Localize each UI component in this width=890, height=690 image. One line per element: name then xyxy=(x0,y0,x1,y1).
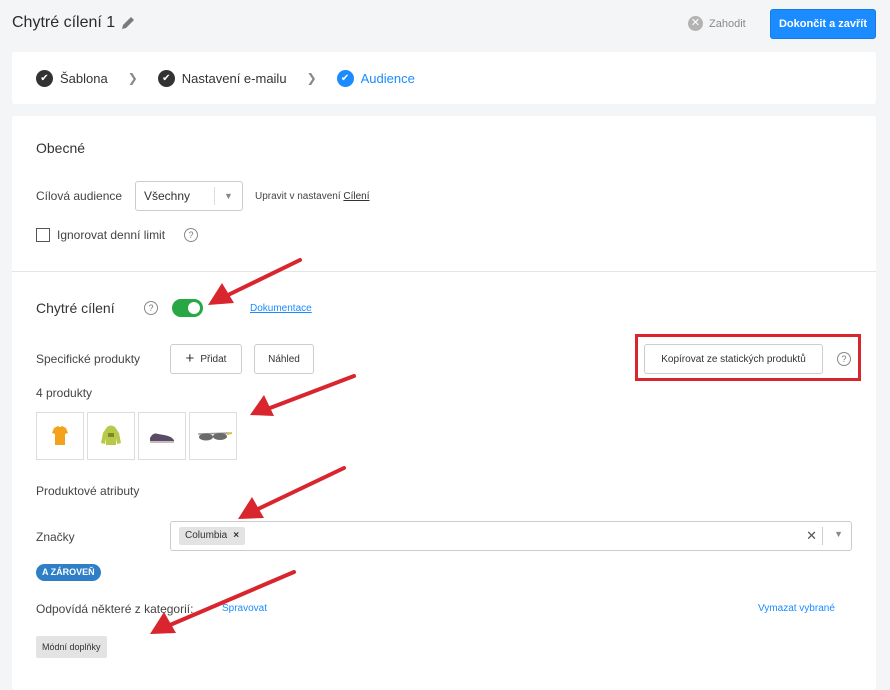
product-thumbnail[interactable] xyxy=(138,412,186,460)
step-template[interactable]: ✔ Šablona xyxy=(36,69,108,87)
pencil-icon[interactable] xyxy=(120,15,136,31)
step-label: Audience xyxy=(360,70,415,86)
product-thumbnail[interactable] xyxy=(189,412,237,460)
specific-products-label: Specifické produkty xyxy=(36,352,141,366)
sunglasses-icon xyxy=(197,432,233,441)
add-product-button[interactable]: + Přidat xyxy=(170,344,242,374)
step-email-settings[interactable]: ✔ Nastavení e-mailu xyxy=(157,69,287,87)
chevron-right-icon: ❯ xyxy=(306,71,317,85)
documentation-link[interactable]: Dokumentace xyxy=(250,303,312,314)
check-circle-icon: ✔ xyxy=(36,69,53,87)
toggle-knob xyxy=(188,302,200,314)
help-icon[interactable]: ? xyxy=(184,228,198,242)
product-count-label: 4 produkty xyxy=(36,386,93,400)
audience-card: Obecné Cílová audience Všechny ▼ Upravit… xyxy=(12,116,876,690)
discard-button[interactable]: ✕ Zahodit xyxy=(688,16,746,31)
manage-link[interactable]: Spravovat xyxy=(222,603,267,614)
plus-icon: + xyxy=(185,350,195,367)
product-attributes-heading: Produktové atributy xyxy=(36,484,140,498)
select-value: Všechny xyxy=(144,189,191,203)
top-bar: Chytré cílení 1 ✕ Zahodit Dokončit a zav… xyxy=(0,0,890,50)
edit-in-settings-text: Upravit v nastavení Cílení xyxy=(255,191,370,202)
step-label: Nastavení e-mailu xyxy=(181,70,287,86)
brands-label: Značky xyxy=(36,530,75,544)
product-thumbnail[interactable] xyxy=(87,412,135,460)
shoe-icon xyxy=(150,433,174,443)
targeting-link[interactable]: Cílení xyxy=(343,191,369,202)
annotation-highlight-box xyxy=(635,334,861,381)
smart-targeting-toggle[interactable] xyxy=(172,299,203,317)
separator xyxy=(822,527,823,545)
general-heading: Obecné xyxy=(36,140,86,156)
and-operator-badge[interactable]: A ZÁROVEŇ xyxy=(36,564,101,581)
product-thumbnail[interactable] xyxy=(36,412,84,460)
tshirt-icon xyxy=(52,426,68,445)
edit-prefix: Upravit v nastavení xyxy=(255,191,341,202)
ignore-daily-limit-checkbox[interactable] xyxy=(36,228,50,242)
brand-tag: Columbia × xyxy=(179,527,246,545)
category-chip[interactable]: Módní doplňky xyxy=(36,636,107,658)
discard-label: Zahodit xyxy=(709,17,746,30)
ignore-daily-limit-label: Ignorovat denní limit xyxy=(57,228,166,242)
remove-tag-icon[interactable]: × xyxy=(233,527,239,545)
check-circle-icon: ✔ xyxy=(336,69,354,87)
section-divider xyxy=(12,271,876,272)
finish-close-button[interactable]: Dokončit a zavřít xyxy=(770,9,876,39)
help-icon[interactable]: ? xyxy=(144,301,158,315)
brands-multiselect[interactable]: Columbia × ✕ ▼ xyxy=(170,521,852,551)
preview-button[interactable]: Náhled xyxy=(254,344,314,374)
page-title: Chytré cílení 1 xyxy=(12,14,116,31)
clear-selected-link[interactable]: Vymazat vybrané xyxy=(758,603,835,614)
wizard-steps: ✔ Šablona ❯ ✔ Nastavení e-mailu ❯ ✔ Audi… xyxy=(12,52,876,104)
add-label: Přidat xyxy=(200,353,227,365)
step-audience[interactable]: ✔ Audience xyxy=(336,69,415,87)
chevron-down-icon[interactable]: ▼ xyxy=(834,529,843,539)
check-circle-icon: ✔ xyxy=(157,69,175,87)
target-audience-select[interactable]: Všechny ▼ xyxy=(135,181,243,211)
chevron-right-icon: ❯ xyxy=(127,71,138,85)
step-label: Šablona xyxy=(60,70,108,86)
target-audience-label: Cílová audience xyxy=(36,189,123,203)
jacket-icon xyxy=(101,425,121,445)
chevron-down-icon: ▼ xyxy=(214,187,242,205)
brand-tag-label: Columbia xyxy=(185,530,228,541)
category-match-label: Odpovídá některé z kategorií: xyxy=(36,602,194,616)
close-circle-icon: ✕ xyxy=(688,16,703,31)
clear-icon[interactable]: ✕ xyxy=(806,528,817,544)
smart-targeting-heading: Chytré cílení xyxy=(36,300,115,316)
